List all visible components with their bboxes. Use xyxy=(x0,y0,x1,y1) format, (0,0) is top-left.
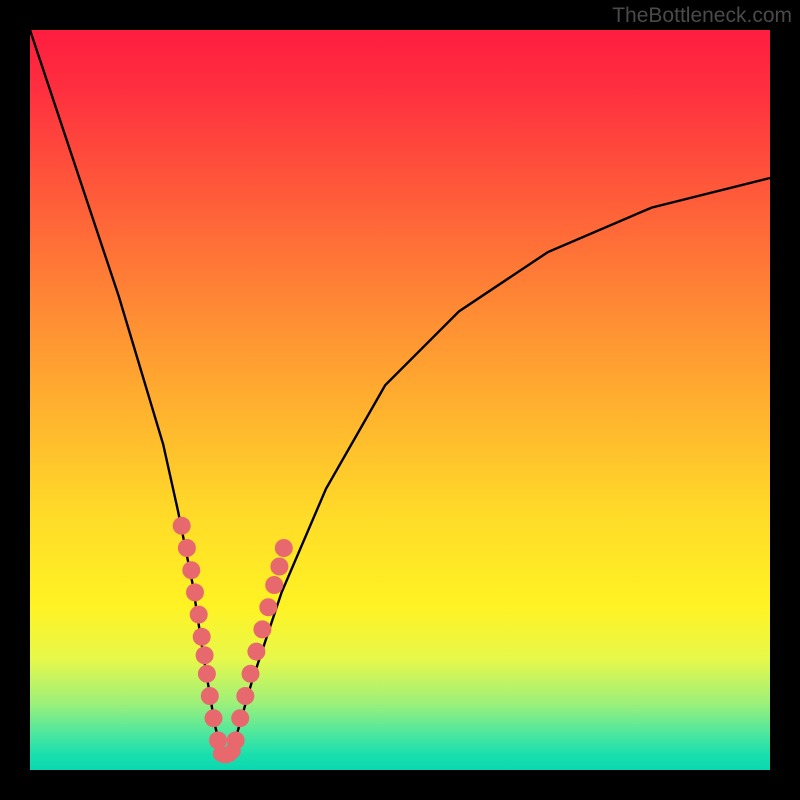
data-point xyxy=(186,583,204,601)
data-point xyxy=(193,628,211,646)
data-point xyxy=(182,561,200,579)
left-cluster-dots xyxy=(173,517,227,750)
data-point xyxy=(242,665,260,683)
data-point xyxy=(178,539,196,557)
watermark-text: TheBottleneck.com xyxy=(612,4,792,28)
data-point xyxy=(259,598,277,616)
right-cluster-dots xyxy=(227,539,293,749)
data-point xyxy=(205,709,223,727)
data-point xyxy=(225,743,241,759)
data-point xyxy=(247,643,265,661)
data-point xyxy=(275,539,293,557)
data-point xyxy=(198,665,216,683)
data-point xyxy=(270,558,288,576)
data-point xyxy=(190,606,208,624)
data-point xyxy=(231,709,249,727)
data-point xyxy=(196,646,214,664)
data-point xyxy=(201,687,219,705)
bottleneck-curve xyxy=(30,30,770,755)
data-point xyxy=(173,517,191,535)
chart-frame: TheBottleneck.com xyxy=(0,0,800,800)
data-point xyxy=(236,687,254,705)
data-point xyxy=(253,620,271,638)
chart-svg xyxy=(30,30,770,770)
data-point xyxy=(265,576,283,594)
plot-area xyxy=(30,30,770,770)
